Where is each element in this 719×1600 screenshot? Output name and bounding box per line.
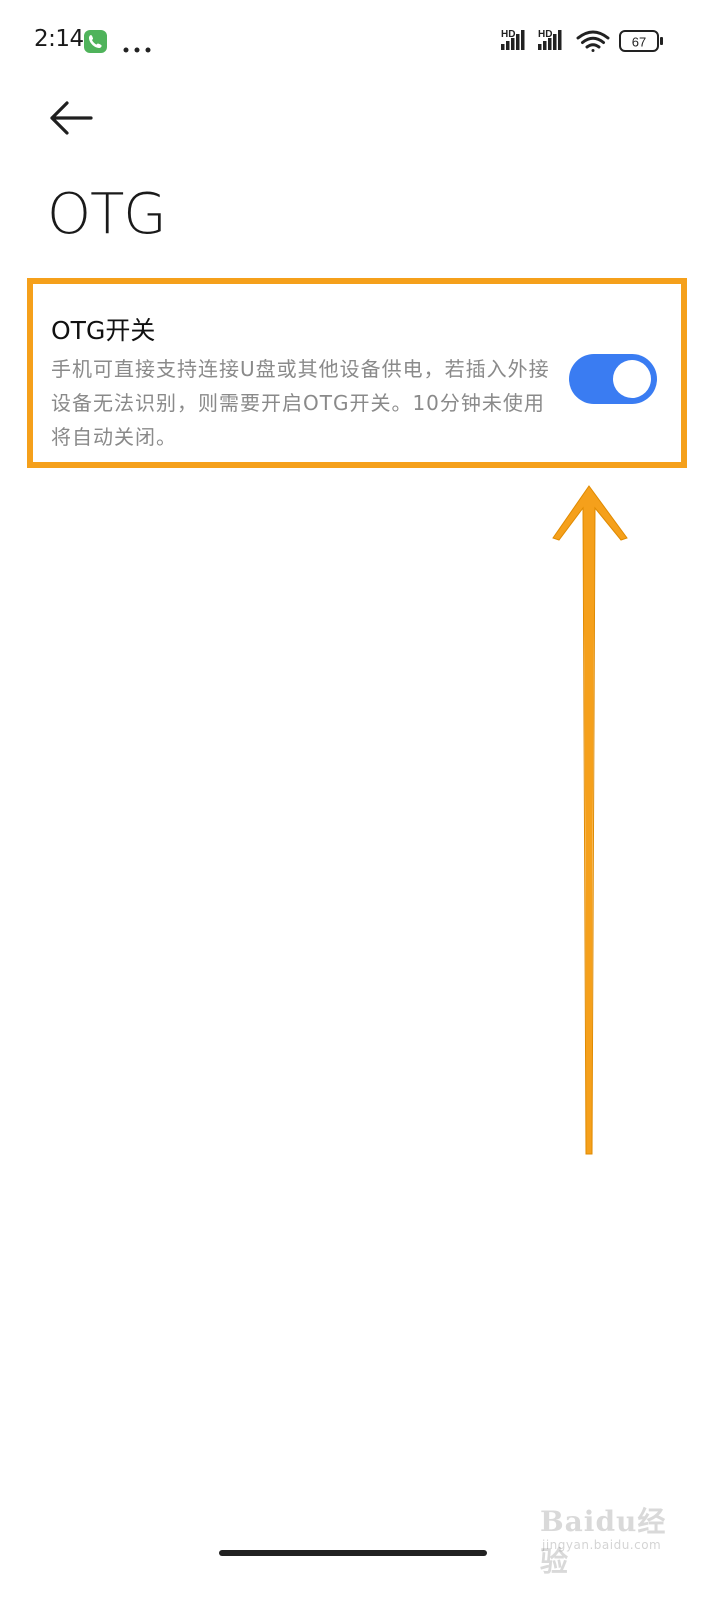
status-time: 2:14 [34, 26, 84, 52]
battery-level: 67 [632, 35, 646, 50]
otg-toggle-switch[interactable] [569, 354, 657, 404]
annotation-arrow-icon [552, 485, 628, 1155]
status-bar: 2:14 HD HD 67 [0, 0, 719, 84]
watermark-url: jingyan.baidu.com [542, 1538, 662, 1552]
otg-setting-row[interactable]: OTG开关 手机可直接支持连接U盘或其他设备供电，若插入外接设备无法识别，则需要… [27, 278, 687, 468]
more-dots-icon [123, 38, 151, 53]
signal-2-icon: HD [538, 29, 562, 50]
wifi-icon [576, 30, 610, 52]
page-title: OTG [47, 182, 167, 247]
battery-icon: 67 [619, 30, 663, 52]
home-indicator[interactable] [219, 1550, 487, 1556]
signal-1-icon: HD [501, 29, 525, 50]
otg-setting-title: OTG开关 [51, 316, 156, 345]
watermark: Baidu经验 jingyan.baidu.com [540, 1500, 680, 1578]
toggle-knob [613, 360, 651, 398]
otg-setting-description: 手机可直接支持连接U盘或其他设备供电，若插入外接设备无法识别，则需要开启OTG开… [51, 357, 550, 449]
status-icons: HD HD 67 [479, 0, 719, 84]
phone-icon [84, 30, 107, 53]
back-arrow-icon [50, 101, 93, 135]
back-button[interactable] [46, 96, 98, 140]
